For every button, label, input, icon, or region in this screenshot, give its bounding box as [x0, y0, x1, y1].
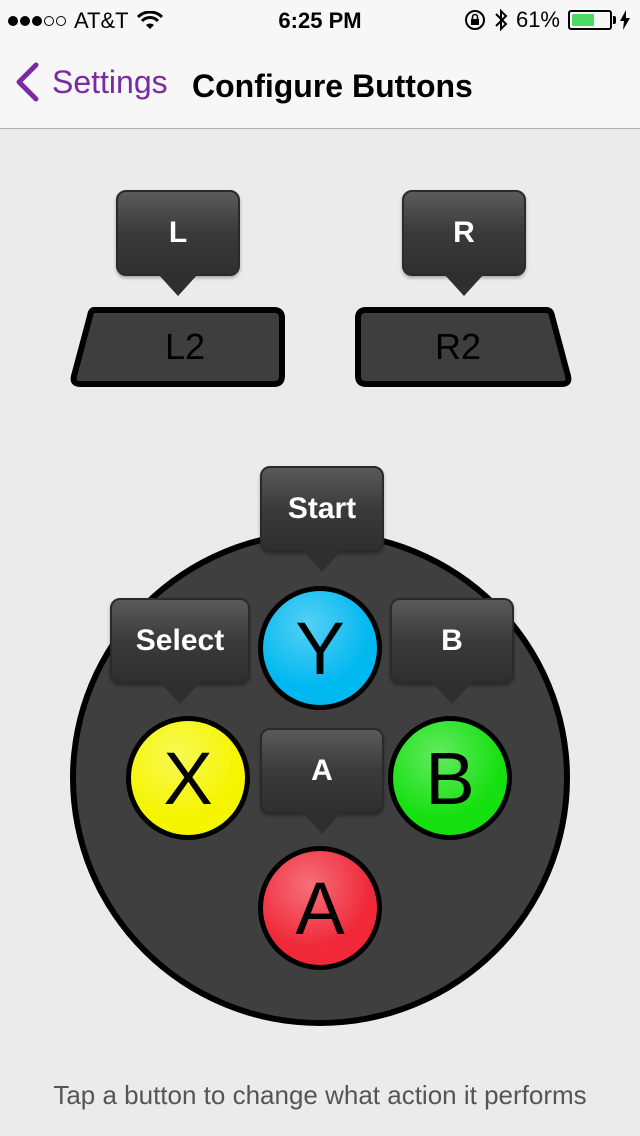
- y-mapping-callout: Start: [260, 466, 384, 572]
- l2-mapping-callout: L: [116, 190, 240, 296]
- y-mapping-label: Start: [287, 492, 357, 525]
- a-button-label: A: [295, 866, 345, 950]
- page-title: Configure Buttons: [192, 68, 473, 104]
- battery-icon: [568, 10, 616, 30]
- chevron-left-icon: [16, 62, 39, 102]
- charging-icon: [620, 10, 630, 30]
- navigation-bar: Settings Configure Buttons: [0, 40, 640, 129]
- a-mapping-label: A: [311, 754, 333, 787]
- instruction-text: Tap a button to change what action it pe…: [53, 1080, 587, 1110]
- b-button[interactable]: B: [388, 716, 512, 840]
- r2-mapping-callout: R: [402, 190, 526, 296]
- y-button-label: Y: [295, 606, 345, 690]
- back-button-label: Settings: [52, 63, 168, 100]
- a-button[interactable]: A: [258, 846, 382, 970]
- l2-button-label: L2: [164, 326, 206, 367]
- x-mapping-label: Select: [135, 624, 225, 657]
- y-button[interactable]: Y: [258, 586, 382, 710]
- x-button-label: X: [163, 736, 213, 820]
- status-right: 61%: [464, 7, 630, 33]
- a-mapping-callout: A: [260, 728, 384, 834]
- battery-level-fill: [572, 14, 594, 26]
- l2-button[interactable]: L2: [90, 310, 280, 384]
- battery-percent: 61%: [515, 7, 560, 32]
- x-button[interactable]: X: [126, 716, 250, 840]
- rotation-lock-icon: [464, 10, 485, 30]
- back-button[interactable]: Settings: [14, 62, 168, 102]
- status-bar: AT&T 6:25 PM 61%: [0, 0, 640, 40]
- b-button-label: B: [425, 736, 475, 820]
- r2-button-label: R2: [434, 326, 482, 367]
- b-mapping-label: B: [441, 624, 463, 657]
- b-mapping-callout: B: [390, 598, 514, 704]
- r2-mapping-label: R: [453, 216, 475, 249]
- x-mapping-callout: Select: [110, 598, 250, 704]
- r2-button[interactable]: R2: [360, 310, 556, 384]
- bluetooth-icon: [495, 8, 508, 32]
- l2-mapping-label: L: [168, 216, 188, 249]
